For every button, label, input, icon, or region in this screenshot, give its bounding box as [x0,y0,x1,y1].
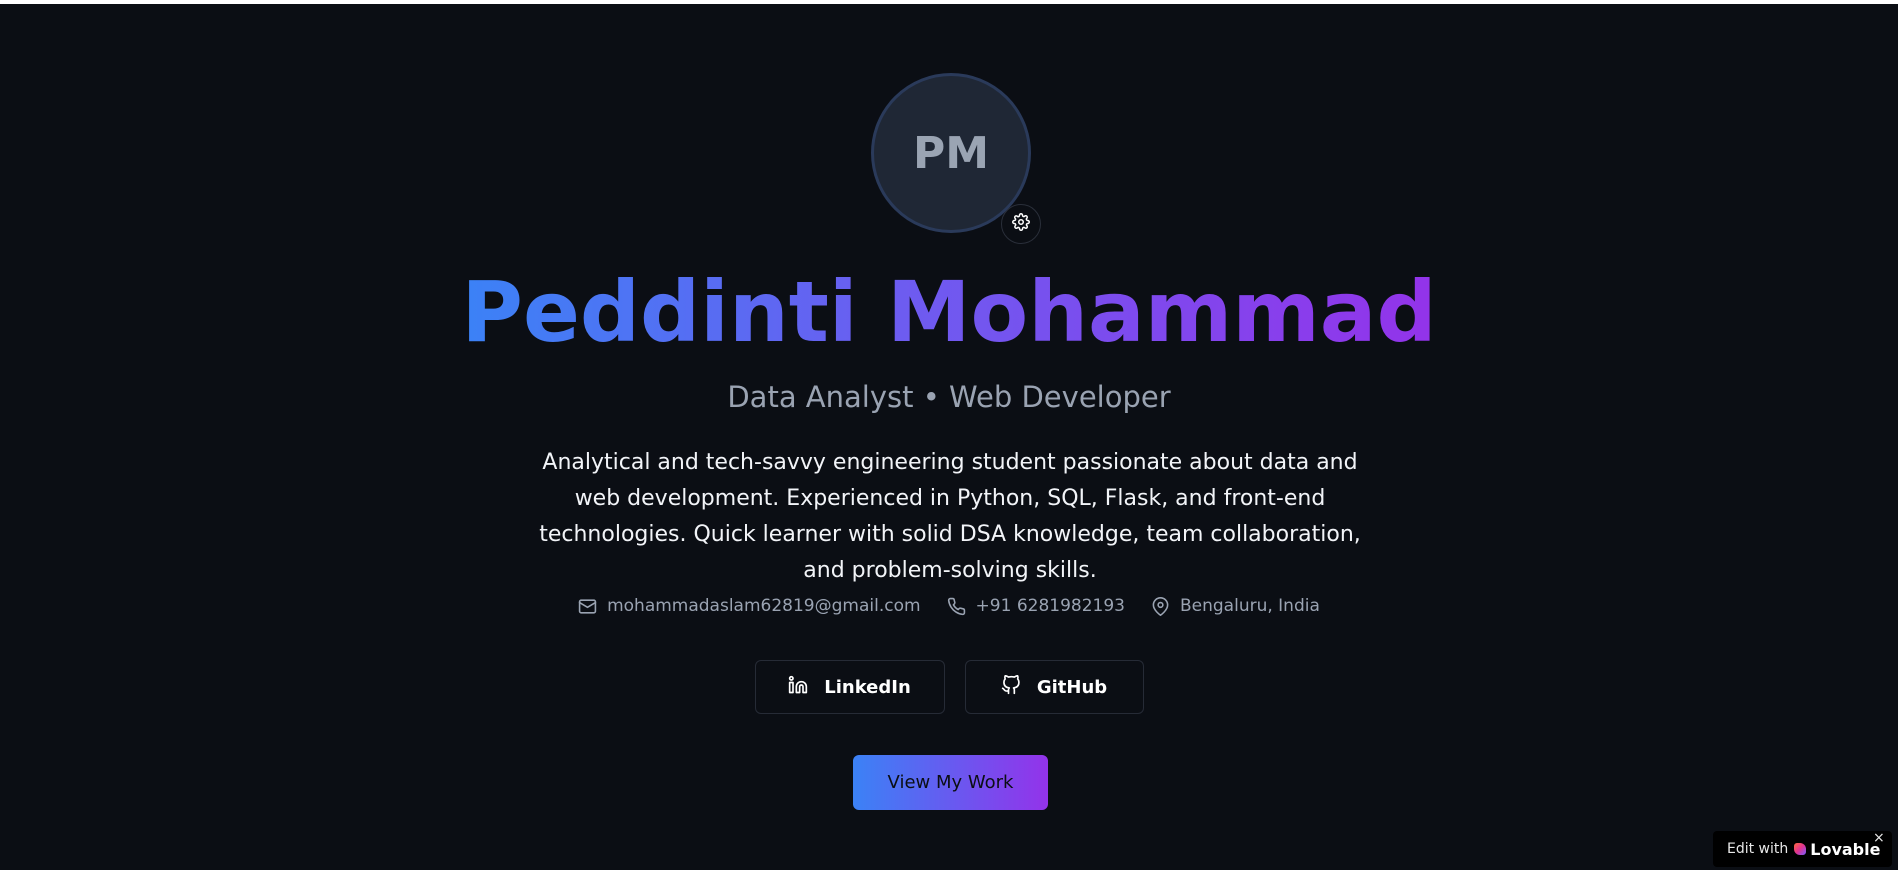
contact-row: mohammadaslam62819@gmail.com +91 6281982… [0,592,1898,620]
github-label: GitHub [1036,676,1108,698]
hero-name: Peddinti Mohammad [0,262,1898,362]
avatar-initials: PM [912,127,990,179]
linkedin-label: LinkedIn [824,676,911,698]
hero-name-text: Peddinti Mohammad [461,263,1437,361]
hero-roles: Data Analyst • Web Developer [727,380,1171,414]
mail-icon [578,597,597,616]
avatar-settings-button[interactable] [1001,204,1041,244]
linkedin-icon [788,675,808,700]
contact-email-text: mohammadaslam62819@gmail.com [607,596,921,616]
view-my-work-label: View My Work [887,772,1014,793]
gear-icon [1012,213,1030,235]
map-pin-icon [1151,596,1170,616]
lovable-heart-icon [1794,843,1807,855]
contact-location-text: Bengaluru, India [1180,596,1320,616]
contact-location: Bengaluru, India [1151,592,1320,620]
social-links: LinkedIn GitHub [0,660,1898,714]
portfolio-hero: PM Peddinti Mohammad Data Analyst • Web … [0,4,1898,870]
github-button[interactable]: GitHub [964,660,1144,714]
edit-with-lovable-badge[interactable]: Edit with Lovable [1713,831,1892,867]
badge-prefix: Edit with [1727,841,1789,857]
contact-email[interactable]: mohammadaslam62819@gmail.com [578,592,921,620]
phone-icon [947,597,966,616]
badge-brand: Lovable [1810,839,1881,859]
linkedin-button[interactable]: LinkedIn [754,660,945,714]
hero-bio: Analytical and tech-savvy engineering st… [539,450,1361,583]
close-icon[interactable]: × [1873,830,1885,846]
contact-phone-text: +91 6281982193 [975,596,1125,616]
avatar-container: PM [871,73,1041,244]
github-icon [1001,674,1021,700]
view-my-work-button[interactable]: View My Work [853,755,1048,810]
contact-phone[interactable]: +91 6281982193 [947,592,1125,620]
